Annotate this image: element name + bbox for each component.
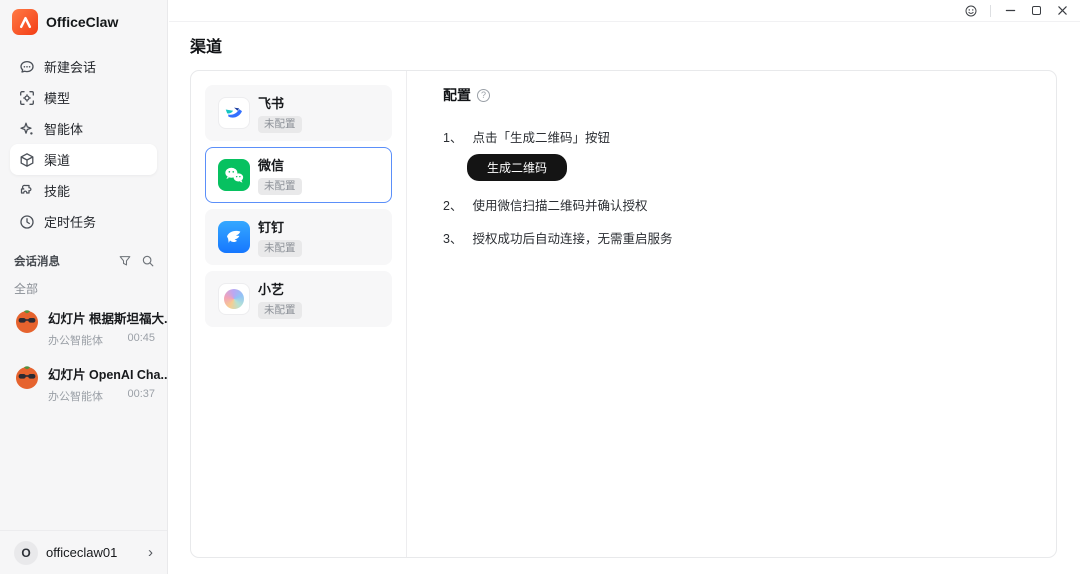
step-number: 3、 — [443, 232, 463, 246]
channel-name: 小艺 — [258, 282, 285, 298]
conversation-time: 00:45 — [127, 332, 155, 344]
close-button[interactable] — [1055, 4, 1069, 18]
account-name: officeclaw01 — [46, 545, 118, 560]
conversation-time: 00:37 — [127, 388, 155, 400]
sidebar-item-skills[interactable]: 技能 — [10, 175, 157, 206]
conversation-item[interactable]: 幻灯片 OpenAI Cha... 办公智能体 00:37 — [0, 356, 167, 412]
app-logo-row: OfficeClaw — [0, 0, 167, 45]
agent-avatar — [14, 308, 40, 334]
sidebar-item-label: 新建会话 — [44, 60, 97, 75]
page-title: 渠道 — [190, 39, 223, 56]
feishu-icon — [218, 97, 250, 129]
sparkle-icon — [20, 122, 33, 135]
channel-list: 飞书 未配置 微信 未配置 钉钉 未配置 小艺 未配置 — [191, 71, 407, 557]
conversation-list: 幻灯片 根据斯坦福大... 办公智能体 00:45 幻灯片 OpenAI Cha… — [0, 300, 167, 530]
channels-panel: 飞书 未配置 微信 未配置 钉钉 未配置 小艺 未配置 配置 ? 1、 点击「生… — [190, 70, 1057, 558]
sidebar-item-label: 智能体 — [44, 122, 84, 137]
conversation-title: 幻灯片 根据斯坦福大... — [48, 312, 167, 326]
generate-qr-button[interactable]: 生成二维码 — [467, 154, 568, 181]
help-icon[interactable]: ? — [477, 88, 490, 102]
sidebar: OfficeClaw 新建会话 模型 智能体 渠道 技能 定时任务 会话消息 全… — [0, 0, 168, 574]
channel-card-dingtalk[interactable]: 钉钉 未配置 — [205, 209, 392, 265]
channel-status-badge: 未配置 — [258, 178, 302, 195]
sidebar-item-label: 模型 — [44, 91, 71, 106]
main-area: 渠道 飞书 未配置 微信 未配置 钉钉 未配置 小艺 未配置 配置 ? 1、 点… — [169, 0, 1080, 574]
config-title: 配置 — [443, 87, 471, 103]
account-row[interactable]: O officeclaw01 › — [0, 530, 167, 574]
channel-card-feishu[interactable]: 飞书 未配置 — [205, 85, 392, 141]
minimize-button[interactable] — [1003, 4, 1017, 18]
cube-icon — [20, 152, 34, 167]
officeclaw-logo-icon — [12, 9, 38, 35]
step-number: 1、 — [443, 131, 463, 145]
search-icon[interactable] — [141, 254, 155, 268]
sidebar-item-channels[interactable]: 渠道 — [10, 144, 157, 175]
wechat-icon — [218, 159, 250, 191]
clock-icon — [20, 214, 34, 229]
app-name: OfficeClaw — [46, 14, 119, 30]
maximize-button[interactable] — [1029, 4, 1043, 18]
conversation-subtitle: 办公智能体 — [48, 391, 103, 403]
chat-bubble-icon — [20, 60, 34, 73]
channel-name: 飞书 — [258, 96, 285, 112]
config-step-1: 1、 点击「生成二维码」按钮 — [443, 127, 1032, 146]
conversation-title: 幻灯片 OpenAI Cha... — [48, 368, 167, 382]
config-step-3: 3、 授权成功后自动连接，无需重启服务 — [443, 228, 1032, 247]
sidebar-item-scheduled-tasks[interactable]: 定时任务 — [10, 206, 157, 237]
conversation-item[interactable]: 幻灯片 根据斯坦福大... 办公智能体 00:45 — [0, 300, 167, 356]
sidebar-nav: 新建会话 模型 智能体 渠道 技能 定时任务 — [0, 45, 167, 237]
titlebar-divider — [990, 4, 991, 17]
account-avatar: O — [14, 540, 38, 565]
channel-name: 钉钉 — [258, 220, 285, 236]
sidebar-item-label: 渠道 — [44, 153, 71, 168]
channel-status-badge: 未配置 — [258, 240, 302, 257]
channel-card-wechat[interactable]: 微信 未配置 — [205, 147, 392, 203]
sidebar-item-new-chat[interactable]: 新建会话 — [10, 51, 157, 82]
channel-card-xiaoyi[interactable]: 小艺 未配置 — [205, 271, 392, 327]
channel-status-badge: 未配置 — [258, 302, 302, 319]
app-window: OfficeClaw 新建会话 模型 智能体 渠道 技能 定时任务 会话消息 全… — [0, 0, 1080, 574]
window-titlebar[interactable] — [169, 0, 1080, 22]
dingtalk-icon — [218, 221, 250, 253]
step-number: 2、 — [443, 199, 463, 213]
step-text: 使用微信扫描二维码并确认授权 — [472, 199, 648, 213]
config-step-2: 2、 使用微信扫描二维码并确认授权 — [443, 195, 1032, 214]
xiaoyi-icon — [218, 283, 250, 315]
messages-filter-all[interactable]: 全部 — [0, 269, 167, 300]
messages-section-header: 会话消息 — [14, 253, 155, 269]
messages-header-label: 会话消息 — [14, 256, 60, 268]
sidebar-item-label: 技能 — [44, 184, 71, 199]
channel-name: 微信 — [258, 158, 285, 174]
sidebar-item-label: 定时任务 — [44, 215, 97, 230]
step-text: 点击「生成二维码」按钮 — [472, 131, 610, 145]
sidebar-item-models[interactable]: 模型 — [10, 82, 157, 113]
sidebar-item-agents[interactable]: 智能体 — [10, 113, 157, 144]
channel-status-badge: 未配置 — [258, 116, 302, 133]
config-panel: 配置 ? 1、 点击「生成二维码」按钮 生成二维码 2、 使用微信扫描二维码并确… — [407, 71, 1056, 557]
model-icon — [20, 90, 34, 105]
step-text: 授权成功后自动连接，无需重启服务 — [472, 232, 673, 246]
filter-icon[interactable] — [118, 254, 132, 268]
puzzle-icon — [20, 184, 32, 194]
conversation-subtitle: 办公智能体 — [48, 335, 103, 347]
feedback-smiley-icon[interactable] — [964, 4, 978, 18]
agent-avatar — [14, 364, 40, 390]
chevron-right-icon: › — [148, 544, 153, 561]
